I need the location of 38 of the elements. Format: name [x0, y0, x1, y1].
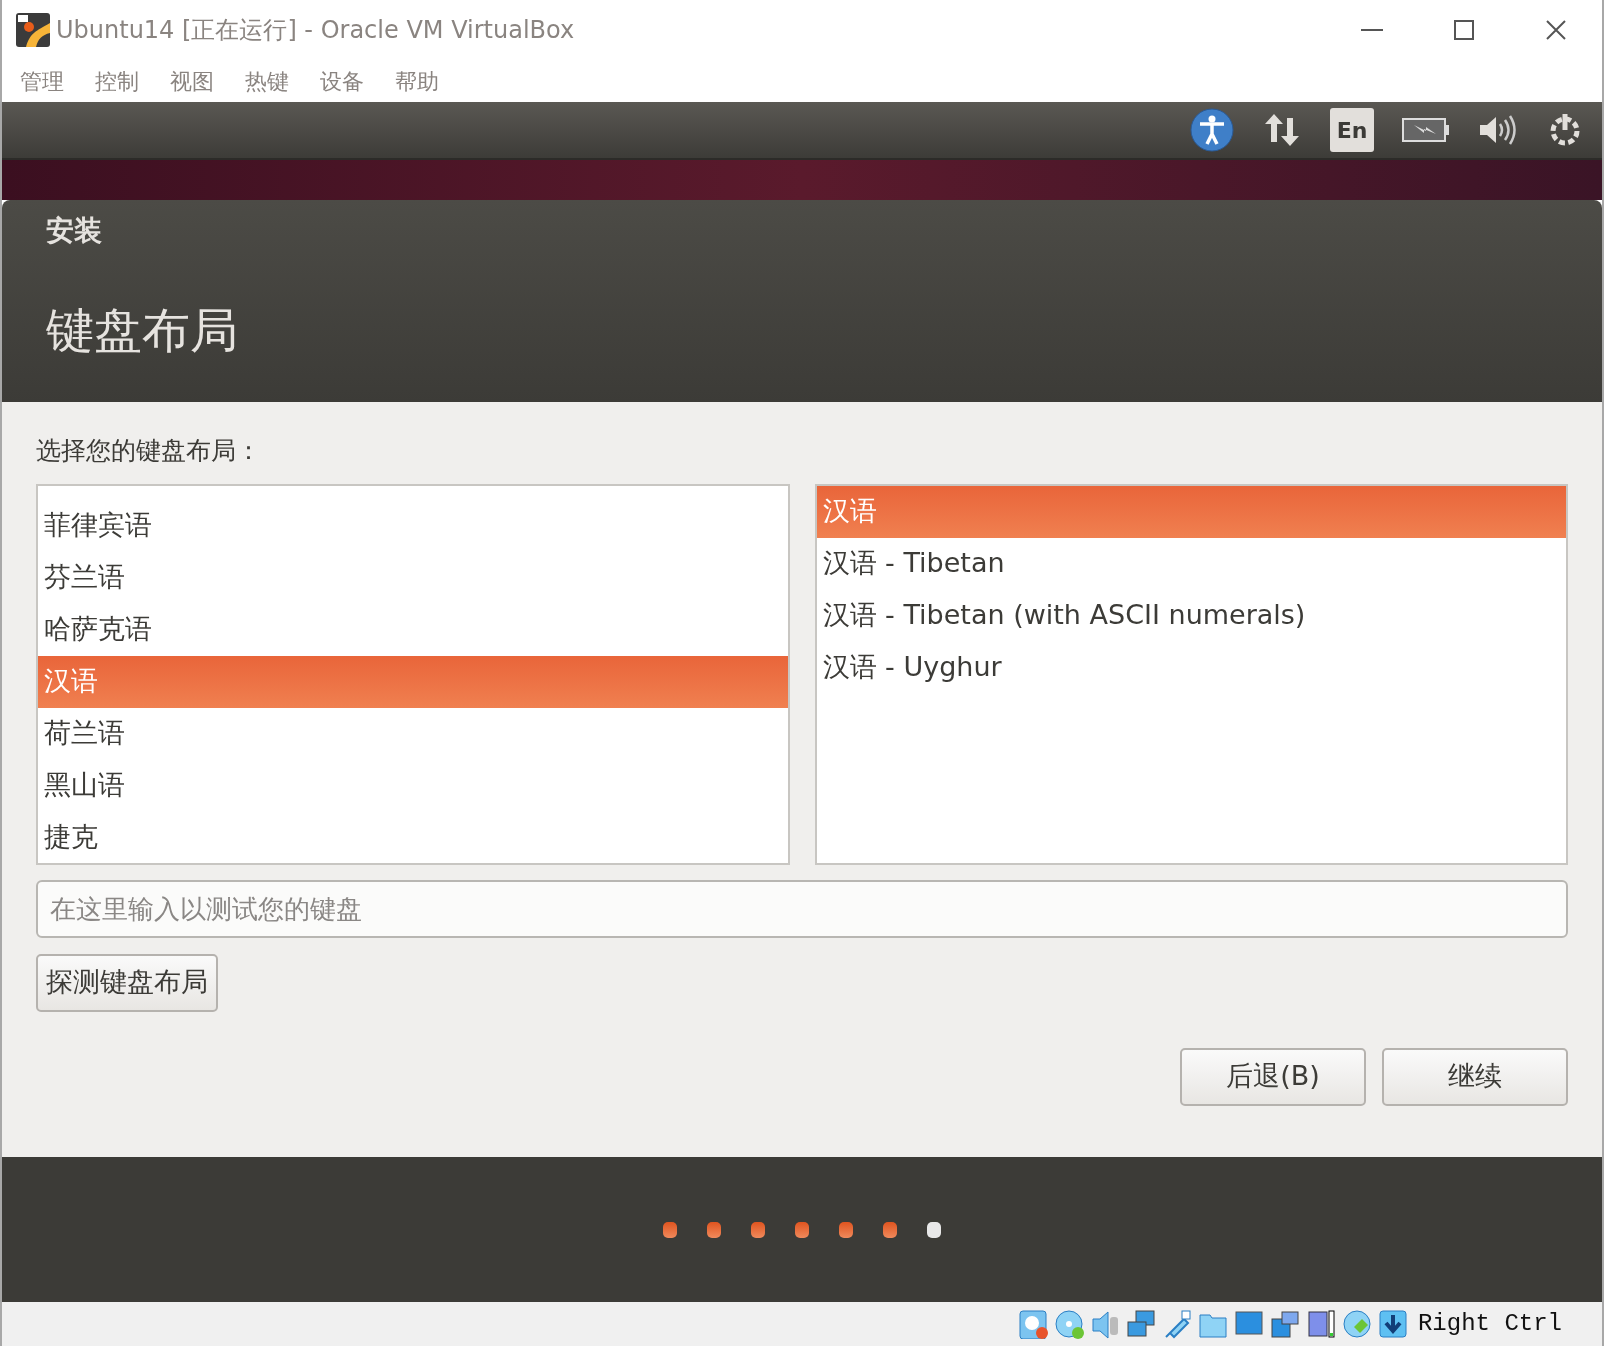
back-button[interactable]: 后退(B) — [1180, 1047, 1366, 1106]
window-title: Ubuntu14 [正在运行] - Oracle VM VirtualBox — [56, 15, 575, 46]
detect-layout-button[interactable]: 探测键盘布局 — [36, 953, 218, 1012]
accessibility-icon[interactable] — [1190, 108, 1234, 152]
menu-item[interactable]: 热键 — [245, 64, 289, 98]
download-icon[interactable] — [1377, 1309, 1408, 1339]
video-capture-icon[interactable] — [1269, 1309, 1300, 1339]
host-key-label: Right Ctrl — [1417, 1309, 1562, 1339]
menu-item[interactable]: 管理 — [20, 64, 64, 98]
maximize-icon[interactable] — [1451, 20, 1477, 40]
list-item[interactable]: 荷兰语 — [38, 707, 788, 760]
close-icon[interactable] — [1543, 20, 1569, 40]
menu-item[interactable]: 视图 — [170, 64, 214, 98]
continue-button[interactable]: 继续 — [1382, 1047, 1568, 1106]
mouse-capture-icon[interactable] — [1341, 1309, 1372, 1339]
list-item[interactable]: 哈萨克语 — [38, 603, 788, 656]
cpu-icon[interactable] — [1305, 1309, 1336, 1339]
page-heading: 键盘布局 — [46, 301, 239, 360]
menu-item[interactable]: 控制 — [95, 64, 139, 98]
prompt-label: 选择您的键盘布局： — [36, 435, 262, 467]
network-icon[interactable] — [1125, 1309, 1156, 1339]
test-input-field[interactable]: 在这里输入以测试您的键盘 — [36, 879, 1568, 938]
list-item[interactable]: 捷克 — [38, 811, 788, 863]
menu-item[interactable]: 设备 — [320, 64, 364, 98]
list-item[interactable]: 黑山语 — [38, 759, 788, 812]
battery-icon[interactable] — [1402, 117, 1450, 143]
optical-disc-icon[interactable] — [1053, 1309, 1084, 1339]
installer-title: 安装 — [46, 213, 103, 249]
network-arrows-icon[interactable] — [1262, 112, 1302, 148]
menu-item[interactable]: 帮助 — [395, 64, 439, 98]
list-item[interactable]: 汉语 - Tibetan (with ASCII numerals) — [816, 589, 1566, 642]
volume-icon[interactable] — [1478, 113, 1518, 147]
keyboard-indicator[interactable]: En — [1330, 108, 1374, 152]
list-item[interactable]: 汉语 - Uyghur — [816, 641, 1566, 694]
list-item[interactable]: 汉语 - Tibetan — [816, 537, 1566, 590]
app-logo-icon — [16, 13, 50, 47]
list-item[interactable]: 菲律宾语 — [38, 499, 788, 552]
list-item[interactable]: 芬兰语 — [38, 551, 788, 604]
